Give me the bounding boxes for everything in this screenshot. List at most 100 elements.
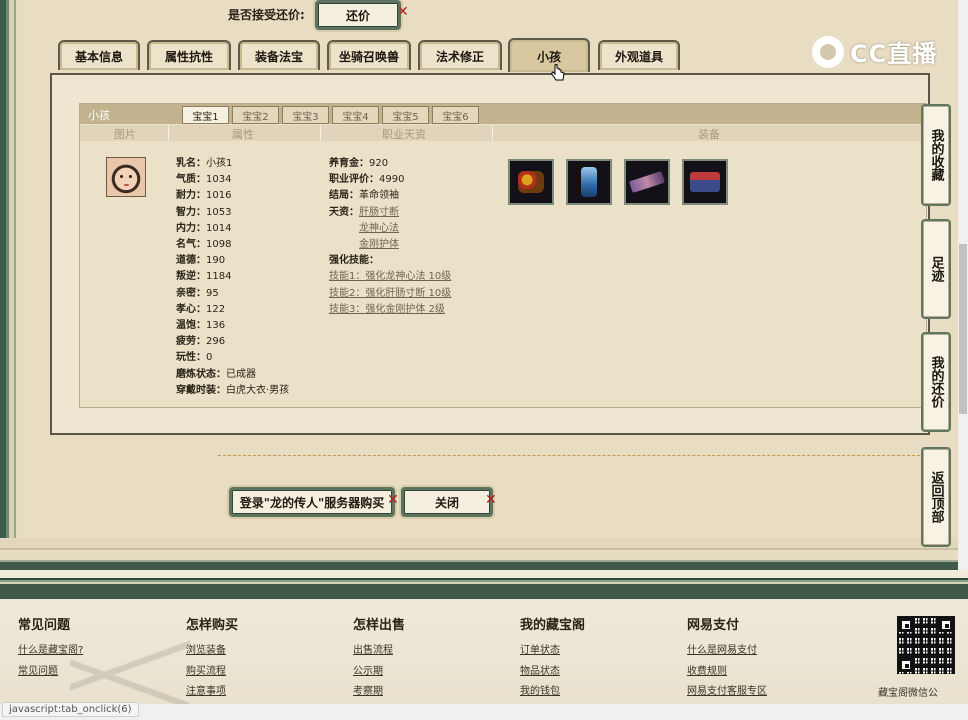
attribute-list: 乳名：小孩1 气质：1034 耐力：1016 智力：1053 内力：1014 名… bbox=[176, 156, 289, 399]
buy-on-server-button[interactable]: 登录"龙的传人"服务器购买 bbox=[229, 487, 395, 517]
tab-basic-info[interactable]: 基本信息 bbox=[58, 40, 140, 70]
treasure-chest-glyph bbox=[690, 172, 720, 192]
attribute-row: 玩性：0 bbox=[176, 350, 289, 366]
side-nav-footprint[interactable]: 足迹 bbox=[921, 219, 951, 319]
blue-armor-icon[interactable] bbox=[566, 159, 612, 205]
scrollbar-thumb[interactable] bbox=[959, 244, 967, 414]
footer-link[interactable]: 网易支付客服专区 bbox=[687, 682, 767, 703]
attribute-row: 磨炼状态：已成器 bbox=[176, 367, 289, 383]
footer-column-my-treasure: 我的藏宝阁 订单状态 物品状态 我的钱包 bbox=[520, 614, 585, 703]
column-divider bbox=[320, 125, 321, 141]
footer-link[interactable]: 购买流程 bbox=[186, 662, 238, 683]
tab-appearance-items[interactable]: 外观道具 bbox=[598, 40, 680, 70]
jade-sword-box-icon[interactable] bbox=[624, 159, 670, 205]
footer-column-how-to-sell: 怎样出售 出售流程 公示期 考察期 bbox=[353, 614, 405, 703]
footer-link[interactable]: 出售流程 bbox=[353, 641, 405, 662]
attribute-value: 1034 bbox=[206, 174, 232, 186]
attribute-value: 122 bbox=[206, 303, 226, 315]
skill-link[interactable]: 技能3：强化金刚护体 2级 bbox=[329, 304, 445, 315]
column-divider bbox=[168, 125, 169, 141]
wechat-qr-code bbox=[897, 616, 955, 674]
attribute-value: 1016 bbox=[206, 190, 232, 202]
counter-offer-button[interactable]: 还价 bbox=[315, 0, 401, 30]
footer-link[interactable]: 物品状态 bbox=[520, 662, 585, 683]
close-x-icon: ✕ bbox=[397, 4, 409, 20]
skills-header-row: 强化技能： bbox=[329, 253, 451, 269]
fruit-basket-icon[interactable] bbox=[508, 159, 554, 205]
talent-link[interactable]: 金刚护体 bbox=[359, 239, 399, 250]
cc-logo-icon bbox=[812, 35, 844, 68]
footer-link[interactable]: 订单状态 bbox=[520, 641, 585, 662]
attribute-label: 名气： bbox=[176, 239, 206, 251]
talent-link[interactable]: 龙神心法 bbox=[359, 223, 399, 234]
attribute-label: 穿戴时装： bbox=[176, 384, 226, 396]
browser-status-bar bbox=[0, 704, 968, 720]
qr-corner-marker bbox=[899, 658, 913, 672]
attribute-row: 乳名：小孩1 bbox=[176, 156, 289, 172]
attribute-value: 136 bbox=[206, 320, 226, 332]
child-avatar bbox=[106, 157, 146, 197]
side-nav-back-to-top[interactable]: 返回顶部 bbox=[921, 447, 951, 547]
section-divider bbox=[218, 455, 930, 456]
footer-link[interactable]: 我的钱包 bbox=[520, 682, 585, 703]
frame-bottom-border bbox=[0, 538, 968, 570]
attribute-row: 耐力：1016 bbox=[176, 188, 289, 204]
subtab-baby-5[interactable]: 宝宝5 bbox=[382, 106, 429, 124]
subtab-baby-3[interactable]: 宝宝3 bbox=[282, 106, 329, 124]
attribute-label: 叛逆： bbox=[176, 271, 206, 283]
skill-link[interactable]: 技能1：强化龙神心法 10级 bbox=[329, 271, 451, 282]
attribute-value: 白虎大衣·男孩 bbox=[226, 384, 290, 396]
tab-attributes-resistance[interactable]: 属性抗性 bbox=[147, 40, 231, 70]
subtab-baby-1[interactable]: 宝宝1 bbox=[182, 106, 229, 124]
side-nav-my-counter-offers[interactable]: 我的还价 bbox=[921, 332, 951, 432]
tab-equipment-treasure[interactable]: 装备法宝 bbox=[238, 40, 320, 70]
close-x-icon: ✕ bbox=[387, 492, 399, 508]
attribute-value: 1184 bbox=[206, 271, 232, 283]
attribute-label: 乳名： bbox=[176, 158, 206, 169]
cc-live-logo: CC直播 bbox=[812, 34, 937, 69]
attribute-row: 道德：190 bbox=[176, 253, 289, 269]
footer-column-title: 网易支付 bbox=[687, 618, 740, 633]
tab-label: 属性抗性 bbox=[164, 49, 213, 64]
attribute-label: 疲劳： bbox=[176, 336, 206, 348]
talent-row: 金刚护体 bbox=[329, 237, 451, 253]
attribute-row: 名气：1098 bbox=[176, 237, 289, 253]
column-header-picture: 图片 bbox=[114, 128, 136, 141]
column-headers: 图片 属性 职业天资 装备 bbox=[80, 125, 926, 141]
tab-label: 坐骑召唤兽 bbox=[338, 49, 399, 64]
side-nav-label: 足迹 bbox=[928, 256, 944, 282]
side-nav-label: 我的收藏 bbox=[928, 129, 944, 181]
close-button[interactable]: 关闭 bbox=[401, 487, 493, 517]
column-header-attributes: 属性 bbox=[232, 128, 254, 141]
subtab-baby-6[interactable]: 宝宝6 bbox=[432, 106, 479, 124]
page-scrollbar[interactable] bbox=[958, 0, 968, 570]
attribute-row: 穿戴时装：白虎大衣·男孩 bbox=[176, 383, 289, 399]
tab-mounts-summons[interactable]: 坐骑召唤兽 bbox=[327, 40, 411, 70]
footer-link[interactable]: 考察期 bbox=[353, 682, 405, 703]
tab-child[interactable]: 小孩 bbox=[508, 38, 590, 72]
subtab-baby-4[interactable]: 宝宝4 bbox=[332, 106, 379, 124]
footer-link[interactable]: 收费规则 bbox=[687, 662, 767, 683]
tab-spell-correction[interactable]: 法术修正 bbox=[418, 40, 502, 70]
footer-link[interactable]: 公示期 bbox=[353, 662, 405, 683]
skills-label: 强化技能： bbox=[329, 255, 379, 267]
footer-link[interactable]: 什么是网易支付 bbox=[687, 641, 767, 662]
treasure-chest-icon[interactable] bbox=[682, 159, 728, 205]
attribute-value: 1098 bbox=[206, 239, 232, 251]
subtab-baby-2[interactable]: 宝宝2 bbox=[232, 106, 279, 124]
footer-link[interactable]: 什么是藏宝阁? bbox=[18, 641, 83, 662]
ending-row: 结局：革命领袖 bbox=[329, 188, 451, 204]
footer-link[interactable]: 注意事项 bbox=[186, 682, 238, 703]
footer-link[interactable]: 浏览装备 bbox=[186, 641, 238, 662]
talent-link[interactable]: 肝肠寸断 bbox=[359, 207, 399, 218]
footer-link[interactable]: 常见问题 bbox=[18, 662, 83, 683]
attribute-value: 1014 bbox=[206, 222, 232, 234]
skill-link[interactable]: 技能2：强化肝肠寸断 10级 bbox=[329, 288, 451, 299]
attribute-label: 孝心： bbox=[176, 303, 206, 315]
footer: 常见问题 什么是藏宝阁? 常见问题 怎样购买 浏览装备 购买流程 注意事项 怎样… bbox=[0, 570, 968, 720]
attribute-row: 疲劳：296 bbox=[176, 334, 289, 350]
side-nav-favorites[interactable]: 我的收藏 bbox=[921, 104, 951, 206]
footer-column-netease-pay: 网易支付 什么是网易支付 收费规则 网易支付客服专区 bbox=[687, 614, 767, 703]
attribute-label: 玩性： bbox=[176, 352, 206, 364]
accept-counter-offer-label: 是否接受还价: bbox=[228, 8, 305, 22]
